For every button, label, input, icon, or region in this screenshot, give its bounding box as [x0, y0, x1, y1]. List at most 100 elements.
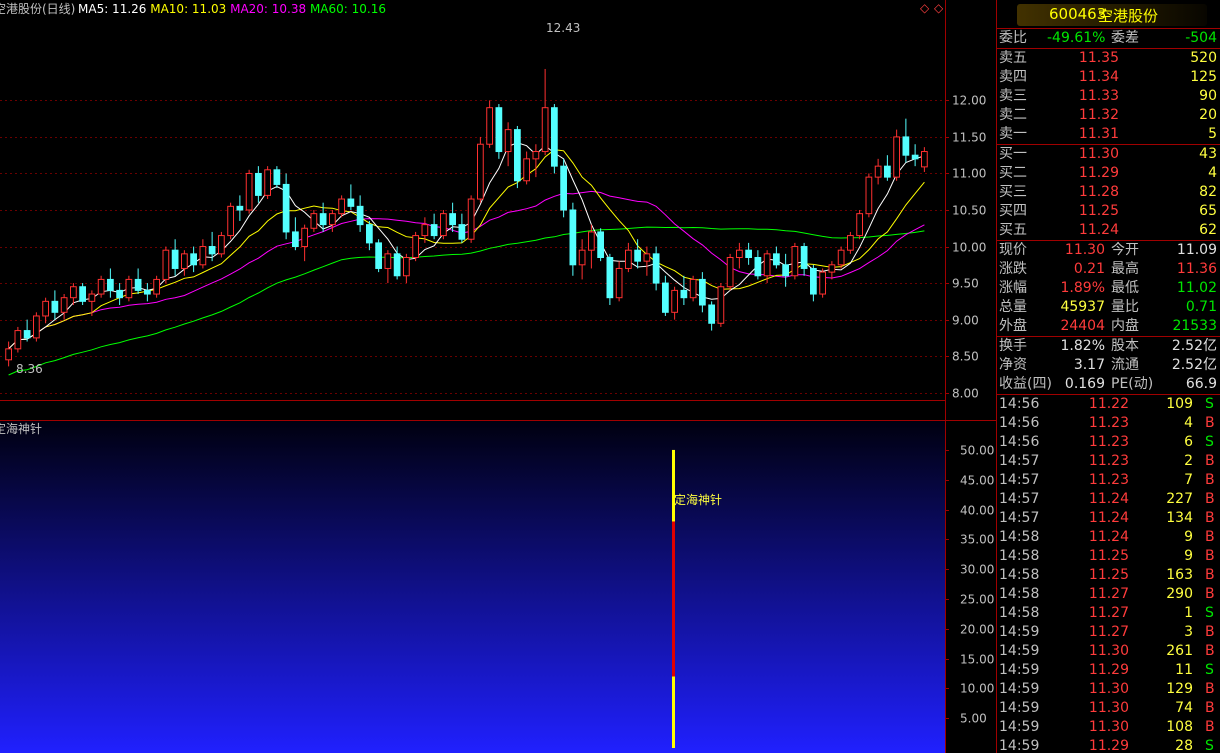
candle[interactable]: [458, 224, 466, 240]
candle[interactable]: [551, 107, 558, 167]
candle[interactable]: [134, 278, 142, 291]
candle[interactable]: [273, 169, 281, 185]
candle[interactable]: [375, 242, 382, 269]
candle[interactable]: [597, 231, 604, 259]
candle[interactable]: [301, 227, 308, 248]
chart-area[interactable]: 50.00 45.00 40.00 35.00 30.00 25.00 20.00 15.00…: [0, 0, 996, 753]
candle[interactable]: [245, 172, 253, 211]
candle[interactable]: [356, 205, 364, 226]
candle[interactable]: [51, 300, 59, 313]
candle[interactable]: [255, 172, 262, 196]
candle[interactable]: [911, 154, 919, 160]
kline-chart-svg[interactable]: 50.00 45.00 40.00 35.00 30.00 25.00 20.00 15.00…: [0, 0, 996, 753]
candle[interactable]: [634, 249, 641, 262]
candle[interactable]: [319, 213, 327, 226]
candle[interactable]: [763, 253, 771, 277]
candle[interactable]: [144, 289, 151, 295]
candle[interactable]: [847, 235, 854, 251]
tick-list[interactable]: 14:56 11.22 109 S 14:56 11.23 4 B 14:56 11.23 6 S 14…: [997, 395, 1220, 753]
candle[interactable]: [33, 315, 40, 339]
candle[interactable]: [292, 231, 299, 248]
candle-layer[interactable]: [5, 68, 928, 367]
candle[interactable]: [88, 293, 96, 302]
candle[interactable]: [14, 330, 22, 350]
candle[interactable]: [588, 231, 595, 251]
candle[interactable]: [310, 213, 318, 229]
candle[interactable]: [745, 249, 752, 258]
candle[interactable]: [116, 289, 123, 299]
candle[interactable]: [97, 278, 105, 295]
candle[interactable]: [810, 267, 817, 295]
candle[interactable]: [171, 249, 179, 269]
candle[interactable]: [264, 169, 271, 196]
candle[interactable]: [708, 304, 715, 324]
candle[interactable]: [162, 249, 170, 280]
candle[interactable]: [800, 246, 808, 269]
candle[interactable]: [70, 286, 77, 299]
candle[interactable]: [477, 143, 484, 200]
candle[interactable]: [366, 224, 373, 244]
candle[interactable]: [717, 286, 725, 324]
candle[interactable]: [218, 235, 225, 255]
candle[interactable]: [782, 264, 789, 277]
candle[interactable]: [699, 278, 706, 306]
candle[interactable]: [282, 183, 290, 233]
candle[interactable]: [5, 348, 12, 361]
candle[interactable]: [430, 224, 438, 237]
candle[interactable]: [837, 249, 845, 266]
candle[interactable]: [329, 213, 336, 226]
candle[interactable]: [486, 107, 493, 145]
candle[interactable]: [208, 246, 216, 255]
candle[interactable]: [652, 253, 660, 284]
candle[interactable]: [615, 267, 623, 299]
candle[interactable]: [60, 297, 68, 313]
candle[interactable]: [578, 249, 586, 266]
candle[interactable]: [689, 278, 697, 299]
candle[interactable]: [199, 246, 207, 266]
candle[interactable]: [236, 205, 244, 211]
candle[interactable]: [643, 253, 651, 262]
candle[interactable]: [902, 136, 910, 156]
candle[interactable]: [523, 158, 530, 182]
candle[interactable]: [884, 165, 891, 178]
candle[interactable]: [467, 198, 475, 240]
candle[interactable]: [865, 176, 873, 215]
candle[interactable]: [532, 151, 540, 160]
candle[interactable]: [726, 257, 734, 288]
candle[interactable]: [347, 198, 355, 207]
candle[interactable]: [227, 205, 234, 237]
candle[interactable]: [153, 278, 160, 295]
candle[interactable]: [736, 249, 743, 258]
candle[interactable]: [42, 300, 49, 317]
candle[interactable]: [107, 278, 114, 291]
diamond-icon-2[interactable]: ◇: [934, 1, 944, 15]
candle[interactable]: [625, 249, 632, 269]
candle[interactable]: [856, 213, 863, 237]
candle[interactable]: [662, 282, 669, 313]
candle[interactable]: [569, 209, 577, 266]
candle[interactable]: [828, 264, 836, 273]
candle[interactable]: [773, 253, 780, 266]
candle[interactable]: [421, 224, 429, 237]
candle[interactable]: [23, 330, 31, 339]
candle[interactable]: [393, 253, 401, 277]
candle[interactable]: [560, 165, 567, 211]
candle[interactable]: [514, 129, 521, 182]
candle[interactable]: [921, 151, 928, 168]
candle[interactable]: [754, 257, 762, 277]
candle[interactable]: [403, 257, 410, 277]
candle[interactable]: [190, 253, 197, 266]
candle[interactable]: [440, 213, 447, 237]
diamond-icon[interactable]: ◇: [920, 1, 930, 15]
candle[interactable]: [791, 246, 799, 277]
candle[interactable]: [504, 129, 512, 153]
candle[interactable]: [449, 213, 456, 226]
candle[interactable]: [384, 253, 392, 269]
candle[interactable]: [819, 271, 826, 295]
candle[interactable]: [338, 198, 345, 215]
candle[interactable]: [125, 278, 133, 299]
candle[interactable]: [79, 286, 86, 302]
candle[interactable]: [495, 107, 503, 153]
candle[interactable]: [893, 136, 900, 178]
candle[interactable]: [541, 107, 549, 153]
